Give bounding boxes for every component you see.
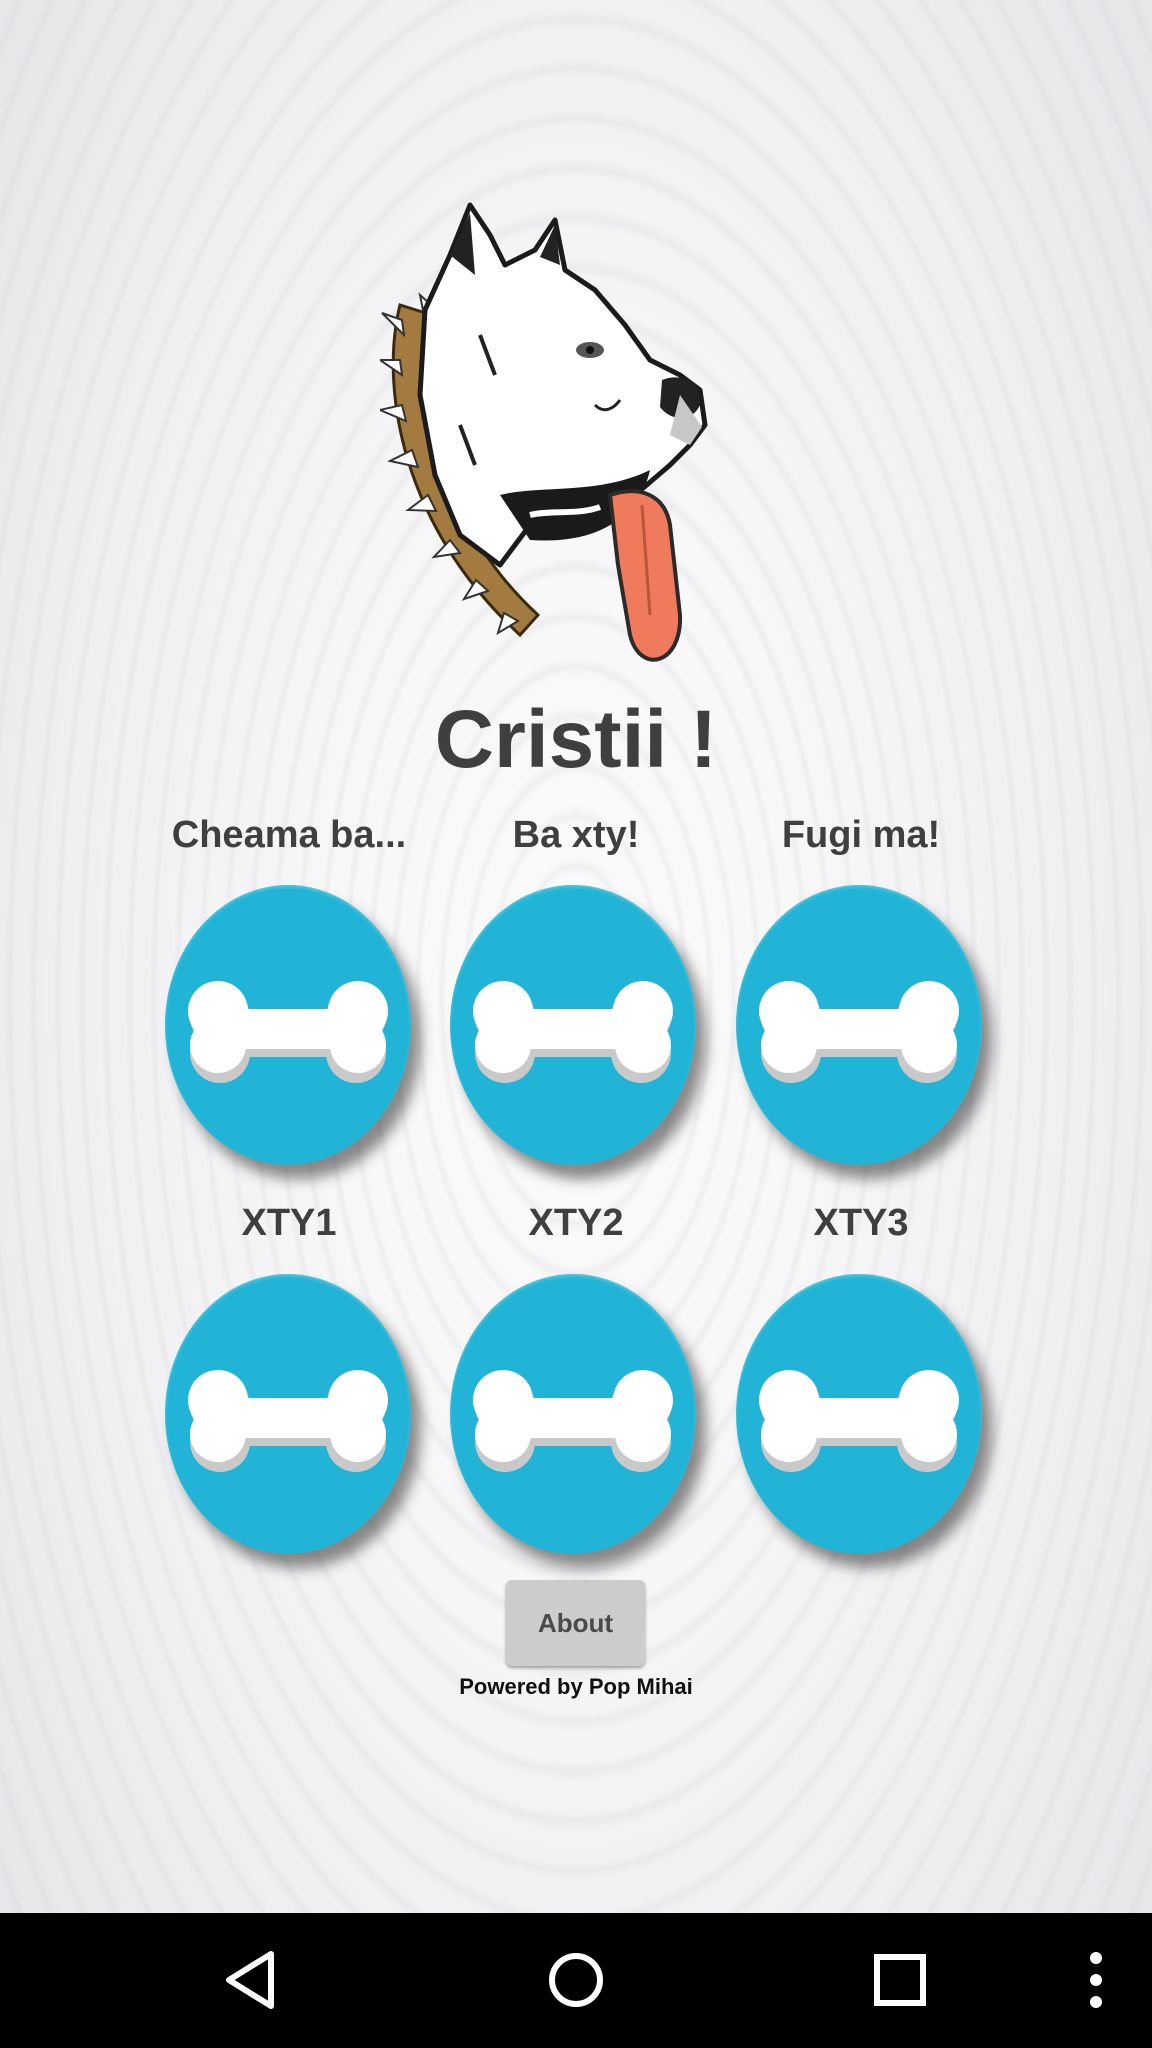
bone-icon [188, 1370, 388, 1472]
dog-logo-image [380, 202, 708, 662]
button-label-xty1: XTY1 [241, 1202, 337, 1244]
button-label-fugi-ma: Fugi ma! [781, 814, 941, 856]
app-screen: Cristii ! Cheama ba... Ba xty! Fugi ma! … [0, 0, 1152, 1913]
sound-button-fugi-ma[interactable] [736, 885, 982, 1165]
sound-button-xty3[interactable] [736, 1274, 982, 1554]
more-icon [1090, 1952, 1102, 2008]
bone-icon [759, 981, 959, 1083]
nav-back-button[interactable] [213, 1940, 293, 2020]
nav-more-button[interactable] [1056, 1940, 1136, 2020]
bone-icon [759, 1370, 959, 1472]
page-title: Cristii ! [434, 694, 718, 785]
sound-button-cheama[interactable] [165, 885, 411, 1165]
back-icon [226, 1951, 274, 2009]
button-label-xty3: XTY3 [813, 1202, 909, 1244]
bone-icon [473, 1370, 673, 1472]
button-label-ba-xty: Ba xty! [512, 814, 640, 856]
nav-home-button[interactable] [536, 1940, 616, 2020]
button-label-xty2: XTY2 [528, 1202, 624, 1244]
system-navigation-bar [0, 1913, 1152, 2048]
recents-icon [874, 1954, 926, 2006]
bone-icon [473, 981, 673, 1083]
bone-icon [188, 981, 388, 1083]
powered-by-text: Powered by Pop Mihai [459, 1674, 693, 1699]
home-icon [549, 1953, 603, 2007]
sound-button-ba-xty[interactable] [450, 885, 696, 1165]
sound-button-xty1[interactable] [165, 1274, 411, 1554]
button-label-cheama: Cheama ba... [171, 814, 407, 856]
sound-button-xty2[interactable] [450, 1274, 696, 1554]
nav-recents-button[interactable] [860, 1940, 940, 2020]
about-button[interactable]: About [506, 1580, 645, 1666]
